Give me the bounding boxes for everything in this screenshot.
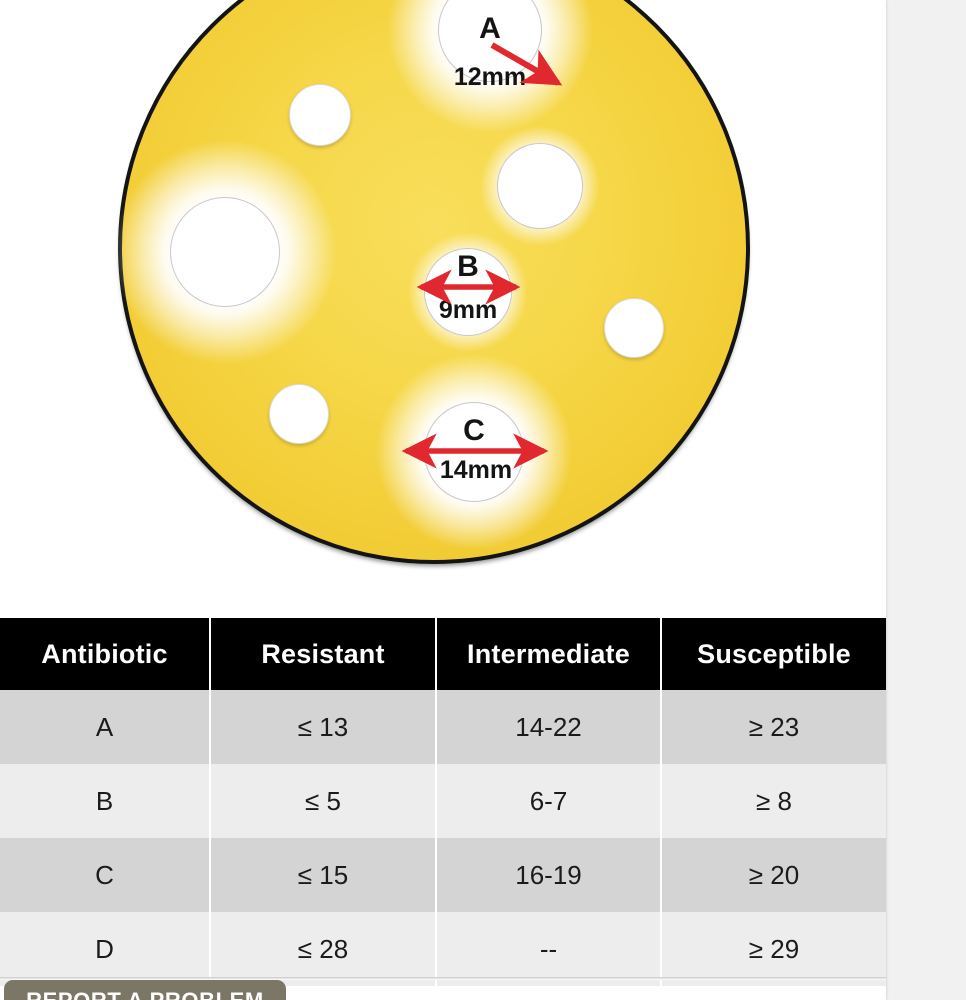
cell-susceptible: ≥ 23 — [661, 690, 886, 764]
cell-susceptible: ≥ 29 — [661, 912, 886, 986]
cell-intermediate: 6-7 — [436, 764, 662, 838]
zone-standards-table: Antibiotic Resistant Intermediate Suscep… — [0, 618, 886, 986]
cell-antibiotic: D — [0, 912, 211, 986]
cell-resistant: ≤ 13 — [210, 690, 437, 764]
cell-antibiotic: A — [0, 690, 211, 764]
antibiotic-disk-b — [424, 248, 512, 336]
antibiotic-disk-p1 — [289, 84, 351, 146]
cell-susceptible: ≥ 8 — [661, 764, 886, 838]
cell-intermediate: 16-19 — [436, 838, 662, 912]
column-header-susceptible: Susceptible — [661, 618, 886, 690]
report-a-problem-button[interactable]: REPORT A PROBLEM — [4, 980, 286, 1000]
column-header-antibiotic: Antibiotic — [0, 618, 211, 690]
cell-resistant: ≤ 5 — [210, 764, 437, 838]
antibiotic-disk-z2 — [497, 143, 583, 229]
table-row: A ≤ 13 14-22 ≥ 23 — [0, 690, 886, 764]
antibiotic-disk-c — [424, 402, 524, 502]
cell-intermediate: 14-22 — [436, 690, 662, 764]
page-root: A 12mm B 9mm C 14mm Antibiotic Resistant… — [0, 0, 966, 1000]
cell-resistant: ≤ 28 — [210, 912, 437, 986]
table-row: B ≤ 5 6-7 ≥ 8 — [0, 764, 886, 838]
antibiotic-disk-z1 — [170, 197, 280, 307]
table-row: D ≤ 28 -- ≥ 29 — [0, 912, 886, 986]
column-header-resistant: Resistant — [210, 618, 437, 690]
cell-antibiotic: B — [0, 764, 211, 838]
cell-intermediate: -- — [436, 912, 662, 986]
antibiotic-disk-p2 — [604, 298, 664, 358]
table-header-row: Antibiotic Resistant Intermediate Suscep… — [0, 618, 886, 690]
cell-resistant: ≤ 15 — [210, 838, 437, 912]
table-container: Antibiotic Resistant Intermediate Suscep… — [0, 618, 886, 986]
cell-antibiotic: C — [0, 838, 211, 912]
content-column: A 12mm B 9mm C 14mm Antibiotic Resistant… — [0, 0, 886, 1000]
cell-susceptible: ≥ 20 — [661, 838, 886, 912]
antibiotic-disk-p3 — [269, 384, 329, 444]
table-row: C ≤ 15 16-19 ≥ 20 — [0, 838, 886, 912]
column-header-intermediate: Intermediate — [436, 618, 662, 690]
disk-diffusion-figure: A 12mm B 9mm C 14mm — [0, 0, 886, 600]
